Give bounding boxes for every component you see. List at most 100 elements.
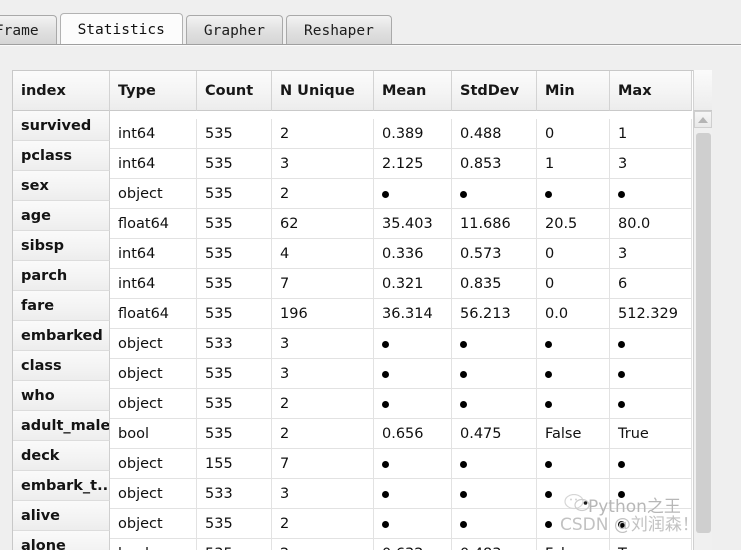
cell-type[interactable]: bool — [110, 419, 197, 449]
cell-n-unique[interactable]: 2 — [272, 509, 374, 539]
row-header[interactable]: sibsp — [13, 231, 110, 261]
tab-statistics[interactable]: Statistics — [59, 13, 183, 46]
cell-min[interactable]: 0 — [537, 269, 610, 299]
statistics-table[interactable]: index Type Count N Unique Mean StdDev Min Max s… — [12, 70, 712, 550]
table-row[interactable]: int64 535 4 0.336 0.573 0 3 — [110, 239, 692, 269]
cell-type[interactable]: object — [110, 389, 197, 419]
table-row[interactable]: bool 535 2 0.656 0.475 False True — [110, 419, 692, 449]
cell-mean[interactable]: 2.125 — [374, 149, 452, 179]
cell-min[interactable] — [537, 179, 610, 209]
table-row[interactable]: int64 535 7 0.321 0.835 0 6 — [110, 269, 692, 299]
row-header[interactable]: class — [13, 351, 110, 381]
cell-n-unique[interactable]: 7 — [272, 449, 374, 479]
row-header[interactable]: fare — [13, 291, 110, 321]
cell-max[interactable] — [610, 479, 692, 509]
cell-n-unique[interactable]: 3 — [272, 149, 374, 179]
cell-n-unique[interactable]: 2 — [272, 119, 374, 149]
cell-stddev[interactable]: 56.213 — [452, 299, 537, 329]
table-row[interactable]: object 535 2 — [110, 179, 692, 209]
vertical-scrollbar[interactable] — [693, 111, 712, 550]
table-row[interactable]: object 535 2 — [110, 389, 692, 419]
table-row[interactable]: bool53520.6320.483FalseTrue — [110, 539, 692, 550]
cell-min[interactable]: 0 — [537, 239, 610, 269]
cell-count[interactable]: 535 — [197, 539, 272, 550]
cell-type[interactable]: int64 — [110, 149, 197, 179]
cell-stddev[interactable]: 0.475 — [452, 419, 537, 449]
cell-type[interactable]: float64 — [110, 299, 197, 329]
row-header[interactable]: pclass — [13, 141, 110, 171]
cell-n-unique[interactable]: 2 — [272, 179, 374, 209]
cell-max[interactable] — [610, 329, 692, 359]
cell-stddev[interactable] — [452, 479, 537, 509]
table-row[interactable]: object 533 3 — [110, 329, 692, 359]
cell-n-unique[interactable]: 2 — [272, 419, 374, 449]
cell-max[interactable]: 512.329 — [610, 299, 692, 329]
cell-max[interactable] — [610, 449, 692, 479]
cell-min[interactable]: 0.0 — [537, 299, 610, 329]
cell-max[interactable]: True — [610, 539, 692, 550]
cell-mean[interactable] — [374, 179, 452, 209]
row-header[interactable]: alone — [13, 531, 110, 550]
table-row[interactable]: int64 535 3 2.125 0.853 1 3 — [110, 149, 692, 179]
cell-stddev[interactable] — [452, 329, 537, 359]
cell-max[interactable]: 1 — [610, 119, 692, 149]
cell-n-unique[interactable]: 2 — [272, 539, 374, 550]
row-header[interactable]: adult_male — [13, 411, 110, 441]
cell-count[interactable]: 533 — [197, 329, 272, 359]
cell-min[interactable]: False — [537, 539, 610, 550]
table-row[interactable]: int64 535 2 0.389 0.488 0 1 — [110, 119, 692, 149]
cell-mean[interactable] — [374, 389, 452, 419]
cell-type[interactable]: object — [110, 449, 197, 479]
column-header-count[interactable]: Count — [197, 71, 272, 111]
column-header-type[interactable]: Type — [110, 71, 197, 111]
cell-count[interactable]: 535 — [197, 239, 272, 269]
cell-max[interactable]: 6 — [610, 269, 692, 299]
scrollbar-thumb[interactable] — [696, 133, 711, 533]
cell-n-unique[interactable]: 3 — [272, 359, 374, 389]
tab-dataframe[interactable]: DataFrame — [0, 15, 57, 46]
row-header[interactable]: parch — [13, 261, 110, 291]
cell-count[interactable]: 535 — [197, 149, 272, 179]
cell-stddev[interactable] — [452, 449, 537, 479]
cell-max[interactable]: 3 — [610, 239, 692, 269]
cell-min[interactable] — [537, 449, 610, 479]
tab-reshaper[interactable]: Reshaper — [286, 15, 392, 46]
cell-n-unique[interactable]: 62 — [272, 209, 374, 239]
row-header[interactable]: alive — [13, 501, 110, 531]
cell-n-unique[interactable]: 3 — [272, 329, 374, 359]
row-header[interactable]: deck — [13, 441, 110, 471]
cell-count[interactable]: 535 — [197, 299, 272, 329]
cell-n-unique[interactable]: 7 — [272, 269, 374, 299]
column-header-min[interactable]: Min — [537, 71, 610, 111]
cell-min[interactable]: 20.5 — [537, 209, 610, 239]
cell-count[interactable]: 533 — [197, 479, 272, 509]
cell-max[interactable] — [610, 509, 692, 539]
cell-mean[interactable]: 0.336 — [374, 239, 452, 269]
cell-min[interactable]: 1 — [537, 149, 610, 179]
cell-stddev[interactable] — [452, 389, 537, 419]
table-row[interactable]: float64 535 196 36.314 56.213 0.0 512.329 — [110, 299, 692, 329]
column-header-mean[interactable]: Mean — [374, 71, 452, 111]
cell-min[interactable] — [537, 479, 610, 509]
cell-max[interactable]: 80.0 — [610, 209, 692, 239]
cell-type[interactable]: int64 — [110, 269, 197, 299]
cell-stddev[interactable]: 0.853 — [452, 149, 537, 179]
row-header[interactable]: survived — [13, 111, 110, 141]
cell-type[interactable]: float64 — [110, 209, 197, 239]
cell-type[interactable]: int64 — [110, 239, 197, 269]
table-row[interactable]: float64 535 62 35.403 11.686 20.5 80.0 — [110, 209, 692, 239]
table-row[interactable]: object 535 2 — [110, 509, 692, 539]
column-header-max[interactable]: Max — [610, 71, 692, 111]
cell-stddev[interactable]: 0.488 — [452, 119, 537, 149]
cell-mean[interactable] — [374, 329, 452, 359]
tab-grapher[interactable]: Grapher — [185, 15, 283, 46]
row-header[interactable]: embark_t... — [13, 471, 110, 501]
cell-type[interactable]: object — [110, 179, 197, 209]
cell-mean[interactable] — [374, 449, 452, 479]
cell-type[interactable]: object — [110, 509, 197, 539]
table-row[interactable]: object 155 7 — [110, 449, 692, 479]
row-header[interactable]: embarked — [13, 321, 110, 351]
cell-count[interactable]: 535 — [197, 419, 272, 449]
cell-count[interactable]: 535 — [197, 359, 272, 389]
cell-stddev[interactable]: 11.686 — [452, 209, 537, 239]
